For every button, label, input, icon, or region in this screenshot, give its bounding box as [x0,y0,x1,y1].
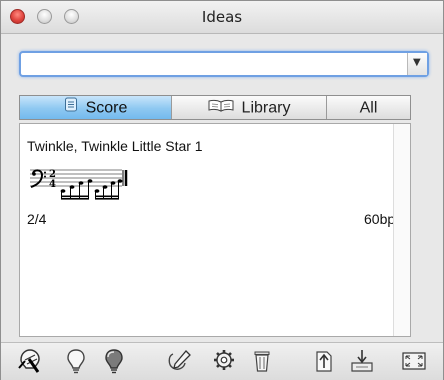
new-idea-button[interactable] [61,347,91,375]
tab-library[interactable]: Library [172,96,327,119]
tab-library-label: Library [241,99,291,117]
lightbulb-icon [67,349,85,374]
combo-dropdown-button[interactable]: ▼ [407,53,427,75]
idea-settings-button[interactable] [209,347,239,375]
lightbulb-filled-icon [105,349,123,374]
edit-idea-button[interactable] [163,347,193,375]
window-title: Ideas [201,8,243,26]
search-combo-box[interactable]: ▼ [19,51,429,77]
bottom-toolbar [1,342,443,380]
edit-icon [168,350,191,370]
chevron-down-icon: ▼ [413,57,421,68]
export-idea-button[interactable] [309,347,339,375]
search-input[interactable] [25,54,409,76]
capture-idea-button[interactable] [15,347,45,375]
fullscreen-icon [402,352,426,370]
tab-all-label: All [359,99,378,117]
highlight-idea-button[interactable] [99,347,129,375]
tab-score-label: Score [85,99,128,117]
open-book-icon [208,96,234,119]
score-document-icon [64,96,78,119]
settings-gear-icon [214,350,234,370]
capture-idea-icon [18,349,40,373]
import-tray-icon [351,350,373,372]
export-icon [316,351,332,372]
fullscreen-button[interactable] [399,347,429,375]
delete-idea-button[interactable] [247,347,277,375]
ideas-list[interactable]: Twinkle, Twinkle Little Star 1 2 4 2/4 6… [19,123,411,337]
idea-title: Twinkle, Twinkle Little Star 1 [27,138,203,154]
idea-time-signature: 2/4 [27,211,47,227]
idea-score-preview: 2 4 [30,169,128,200]
view-tabs: Score Library All [19,95,411,120]
title-bar[interactable]: Ideas [1,1,443,34]
bass-clef-icon [30,169,46,188]
import-idea-button[interactable] [347,347,377,375]
tab-score[interactable]: Score [20,96,172,119]
tab-all[interactable]: All [327,96,410,119]
ideas-window: Ideas ▼ Score Library All Twinkle, Twink… [0,0,444,380]
trash-icon [254,351,270,372]
list-scrollbar[interactable] [393,124,410,336]
svg-text:4: 4 [49,179,56,190]
